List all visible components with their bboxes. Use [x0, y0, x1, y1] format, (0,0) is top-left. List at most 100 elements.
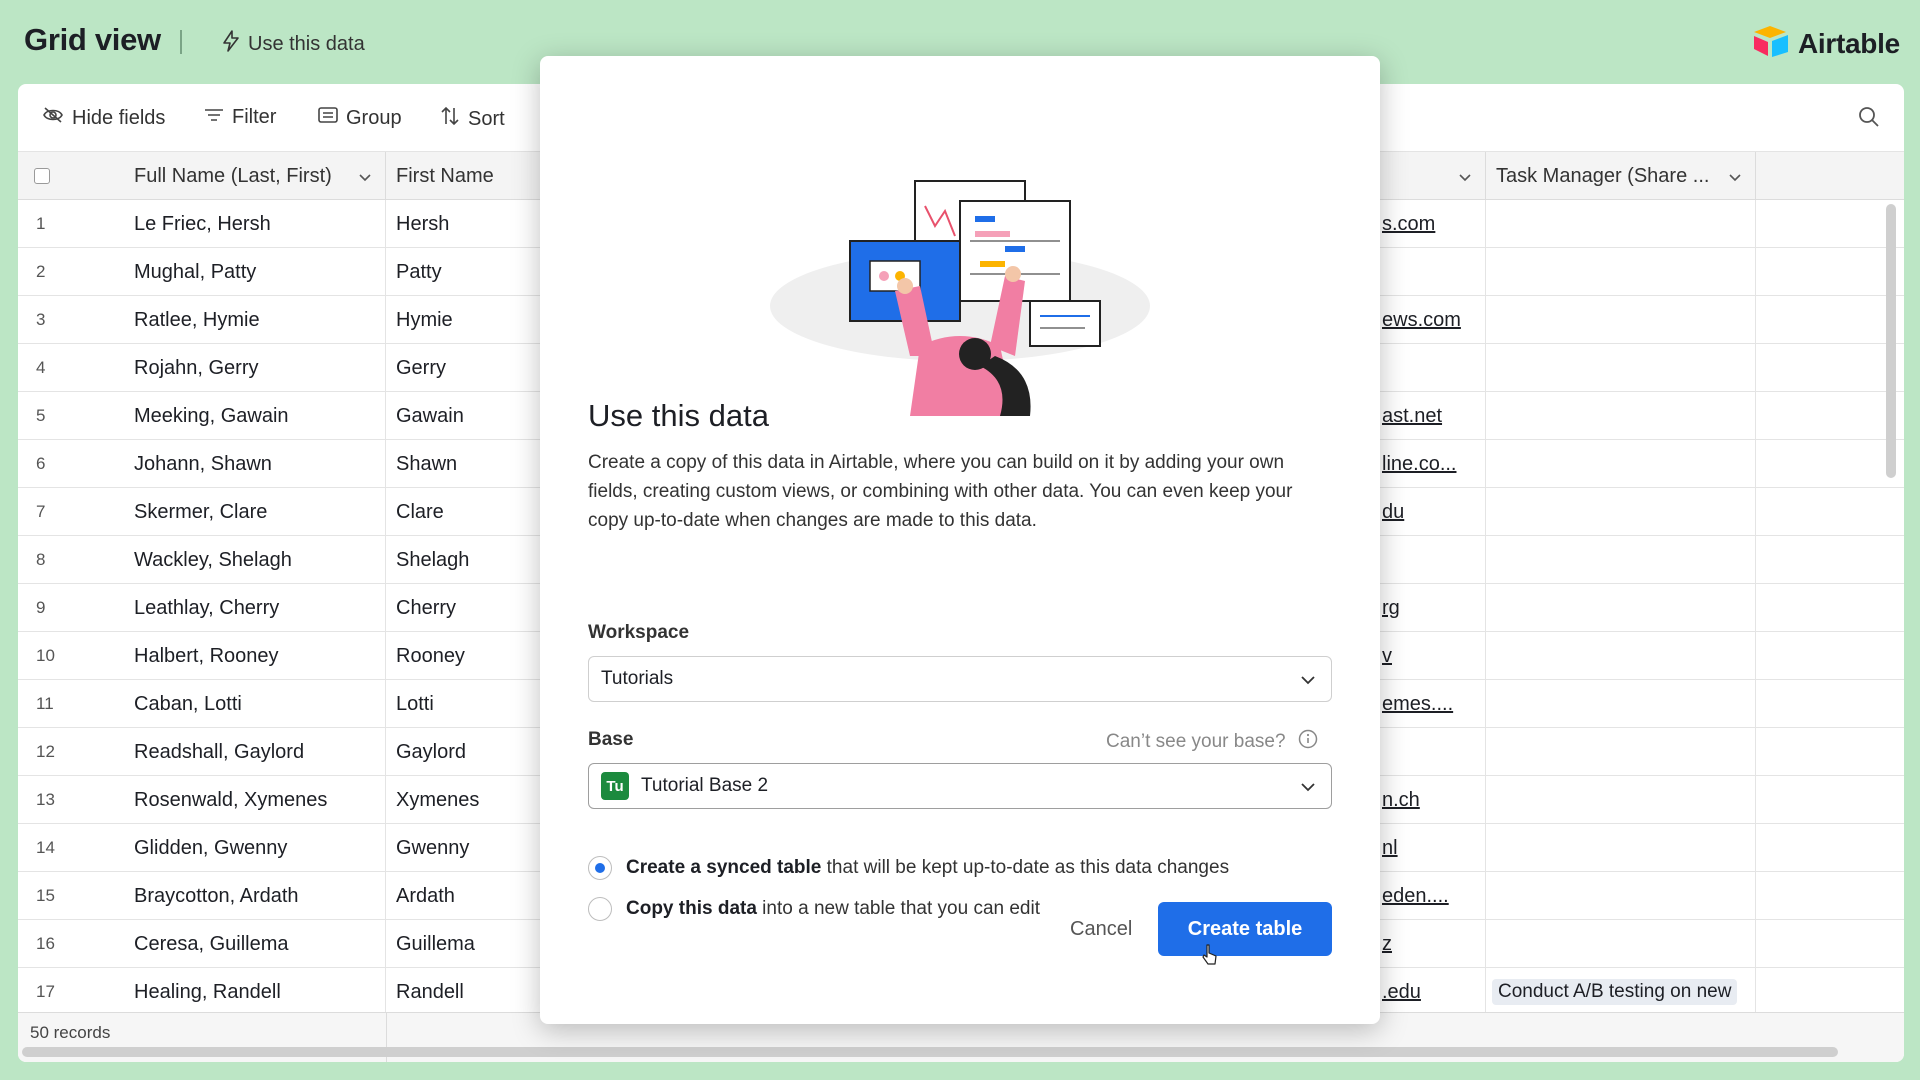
- cell-task-manager[interactable]: [1486, 296, 1756, 344]
- cell-task-manager[interactable]: [1486, 632, 1756, 680]
- email-link[interactable]: du: [1382, 501, 1404, 524]
- cell-full-name[interactable]: Readshall, Gaylord: [124, 728, 386, 776]
- bolt-icon: [222, 30, 240, 58]
- cell-full-name[interactable]: Mughal, Patty: [124, 248, 386, 296]
- cell-full-name[interactable]: Le Friec, Hersh: [124, 200, 386, 248]
- cell-task-manager[interactable]: Conduct A/B testing on new: [1486, 968, 1756, 1016]
- base-select[interactable]: Tu Tutorial Base 2: [588, 763, 1332, 809]
- cell-task-manager[interactable]: [1486, 344, 1756, 392]
- cell-email[interactable]: .edu: [1380, 968, 1486, 1016]
- copy-data-option[interactable]: Copy this data into a new table that you…: [588, 897, 1040, 921]
- chevron-down-icon[interactable]: [357, 168, 373, 191]
- cell-task-manager[interactable]: [1486, 536, 1756, 584]
- email-link[interactable]: eden....: [1382, 885, 1449, 908]
- cell-full-name[interactable]: Ceresa, Guillema: [124, 920, 386, 968]
- sort-label: Sort: [468, 107, 505, 130]
- chevron-down-icon[interactable]: [1727, 168, 1743, 191]
- cell-email[interactable]: ews.com: [1380, 296, 1486, 344]
- email-link[interactable]: line.co...: [1382, 453, 1456, 476]
- cell-task-manager[interactable]: [1486, 248, 1756, 296]
- cant-see-base-help[interactable]: Can’t see your base?: [1106, 729, 1318, 755]
- cell-full-name[interactable]: Halbert, Rooney: [124, 632, 386, 680]
- record-count: 50 records: [30, 1023, 111, 1042]
- cell-full-name[interactable]: Rojahn, Gerry: [124, 344, 386, 392]
- email-link[interactable]: .edu: [1382, 981, 1421, 1004]
- email-link[interactable]: v: [1382, 645, 1392, 668]
- select-all-checkbox[interactable]: [34, 168, 50, 184]
- horizontal-scrollbar[interactable]: [22, 1047, 1838, 1057]
- cell-task-manager[interactable]: [1486, 680, 1756, 728]
- cell-full-name[interactable]: Ratlee, Hymie: [124, 296, 386, 344]
- airtable-logo-text: Airtable: [1798, 27, 1900, 59]
- cell-task-manager[interactable]: [1486, 440, 1756, 488]
- synced-table-option-rest: that will be kept up-to-date as this dat…: [821, 857, 1230, 878]
- cell-full-name[interactable]: Leathlay, Cherry: [124, 584, 386, 632]
- cell-email[interactable]: ast.net: [1380, 392, 1486, 440]
- copy-data-option-rest: into a new table that you can edit: [756, 898, 1040, 919]
- column-header-task-manager[interactable]: Task Manager (Share ...: [1486, 152, 1756, 200]
- email-link[interactable]: nl: [1382, 837, 1398, 860]
- sort-button[interactable]: Sort: [440, 106, 505, 132]
- email-link[interactable]: ast.net: [1382, 405, 1442, 428]
- use-this-data-link[interactable]: Use this data: [222, 30, 365, 58]
- email-link[interactable]: emes....: [1382, 693, 1453, 716]
- cell-task-manager[interactable]: [1486, 776, 1756, 824]
- cell-task-manager[interactable]: [1486, 392, 1756, 440]
- cell-task-manager[interactable]: [1486, 872, 1756, 920]
- cell-email[interactable]: n.ch: [1380, 776, 1486, 824]
- cell-email[interactable]: [1380, 248, 1486, 296]
- cell-task-manager[interactable]: [1486, 824, 1756, 872]
- cell-email[interactable]: eden....: [1380, 872, 1486, 920]
- filter-label: Filter: [232, 106, 277, 128]
- column-header-email[interactable]: [1380, 152, 1486, 200]
- cell-full-name[interactable]: Meeking, Gawain: [124, 392, 386, 440]
- cell-email[interactable]: [1380, 536, 1486, 584]
- filter-button[interactable]: Filter: [204, 106, 276, 129]
- cancel-button[interactable]: Cancel: [1070, 918, 1132, 941]
- email-link[interactable]: rg: [1382, 597, 1400, 620]
- cell-full-name[interactable]: Braycotton, Ardath: [124, 872, 386, 920]
- cell-email[interactable]: rg: [1380, 584, 1486, 632]
- cell-email[interactable]: v: [1380, 632, 1486, 680]
- cell-task-manager[interactable]: [1486, 200, 1756, 248]
- column-header-full-name[interactable]: Full Name (Last, First): [124, 152, 386, 200]
- group-button[interactable]: Group: [318, 106, 402, 130]
- cell-task-manager[interactable]: [1486, 488, 1756, 536]
- workspace-select[interactable]: Tutorials: [588, 656, 1332, 702]
- cell-full-name[interactable]: Glidden, Gwenny: [124, 824, 386, 872]
- cell-email[interactable]: [1380, 344, 1486, 392]
- cell-email[interactable]: emes....: [1380, 680, 1486, 728]
- cell-full-name[interactable]: Skermer, Clare: [124, 488, 386, 536]
- cell-email[interactable]: [1380, 728, 1486, 776]
- cell-task-manager[interactable]: [1486, 920, 1756, 968]
- cell-task-manager[interactable]: [1486, 728, 1756, 776]
- email-link[interactable]: ews.com: [1382, 309, 1461, 332]
- email-link[interactable]: n.ch: [1382, 789, 1420, 812]
- row-number: 13: [36, 790, 55, 809]
- airtable-logo[interactable]: Airtable: [1752, 24, 1900, 63]
- create-table-button[interactable]: Create table: [1158, 902, 1332, 956]
- email-link[interactable]: s.com: [1382, 213, 1435, 236]
- chevron-down-icon[interactable]: [1457, 168, 1473, 191]
- cell-full-name[interactable]: Johann, Shawn: [124, 440, 386, 488]
- cell-full-name[interactable]: Wackley, Shelagh: [124, 536, 386, 584]
- synced-table-option[interactable]: Create a synced table that will be kept …: [588, 856, 1229, 880]
- cell-full-name[interactable]: Healing, Randell: [124, 968, 386, 1016]
- cell-full-name[interactable]: Caban, Lotti: [124, 680, 386, 728]
- cell-email[interactable]: line.co...: [1380, 440, 1486, 488]
- vertical-scrollbar[interactable]: [1886, 204, 1896, 478]
- cell-task-manager[interactable]: [1486, 584, 1756, 632]
- copy-data-radio[interactable]: [588, 897, 612, 921]
- task-pill[interactable]: Conduct A/B testing on new: [1492, 979, 1738, 1005]
- cell-email[interactable]: s.com: [1380, 200, 1486, 248]
- filter-icon: [204, 106, 224, 129]
- synced-table-radio[interactable]: [588, 856, 612, 880]
- email-link[interactable]: z: [1382, 933, 1392, 956]
- cell-email[interactable]: z: [1380, 920, 1486, 968]
- hide-fields-button[interactable]: Hide fields: [42, 106, 165, 130]
- search-icon[interactable]: [1858, 106, 1880, 133]
- cell-email[interactable]: nl: [1380, 824, 1486, 872]
- row-number: 2: [36, 262, 46, 281]
- cell-full-name[interactable]: Rosenwald, Xymenes: [124, 776, 386, 824]
- cell-email[interactable]: du: [1380, 488, 1486, 536]
